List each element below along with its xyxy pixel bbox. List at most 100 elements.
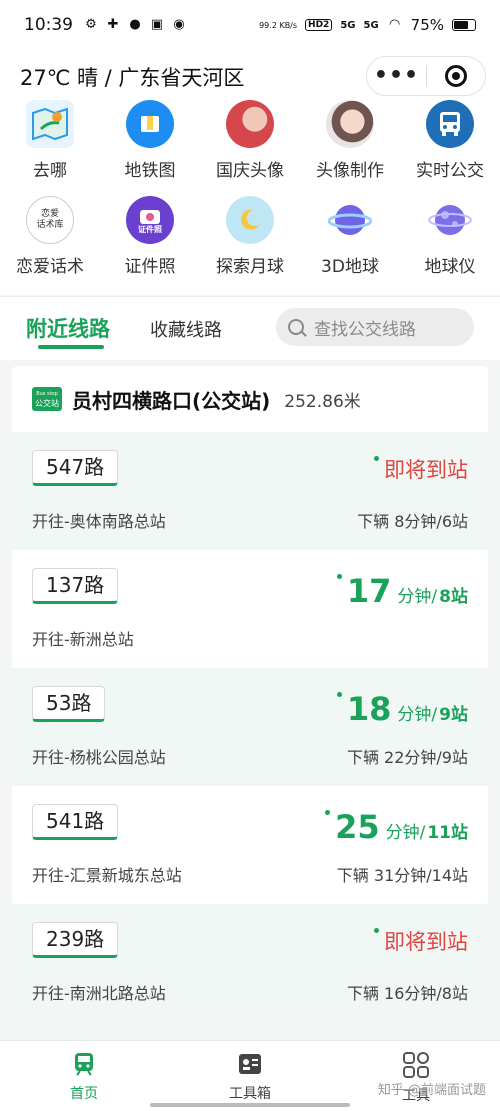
- route-direction: 开往-新洲总站: [32, 630, 134, 649]
- route-direction: 开往-杨桃公园总站: [32, 748, 166, 767]
- tab-favorite-routes[interactable]: 收藏线路: [150, 316, 222, 342]
- close-button[interactable]: [427, 65, 485, 87]
- more-menu-button[interactable]: •••: [367, 65, 426, 87]
- arrival-minute-unit: 分钟/: [397, 587, 438, 607]
- arrival-minutes: 18: [346, 690, 392, 728]
- grid-item-avatar-maker[interactable]: 头像制作: [300, 100, 400, 196]
- route-number: 541路: [32, 804, 119, 840]
- search-placeholder: 查找公交线路: [314, 319, 416, 340]
- grid-apps-icon: [403, 1052, 429, 1078]
- bus-stop-name: 员村四横路口(公交站): [72, 388, 271, 413]
- live-dot-icon: [374, 928, 379, 933]
- bottom-nav: 首页 工具箱 工具 知乎 @前端面试题: [0, 1040, 500, 1111]
- signal-icon: 5G: [363, 19, 379, 31]
- train-icon: [75, 1053, 93, 1076]
- avatar-photo-icon: [226, 100, 274, 148]
- weather-location: 27℃ 晴 / 广东省天河区: [20, 66, 245, 90]
- map-pin-icon: [26, 100, 74, 148]
- route-search-input[interactable]: 查找公交线路: [276, 308, 474, 346]
- planet-icon: [326, 196, 374, 244]
- love-book-line-1: 恋爱: [40, 209, 59, 219]
- globe-icon: [426, 196, 474, 244]
- net-speed: 99.2 KB/s: [259, 20, 298, 30]
- route-row[interactable]: 137路 开往-新洲总站 17 分钟/8站: [12, 550, 488, 668]
- arrival-minute-unit: 分钟/: [397, 705, 438, 725]
- route-row[interactable]: 541路 开往-汇景新城东总站 25 分钟/11站 下辆 31分钟/14站: [12, 786, 488, 904]
- arrival-stops: 8站: [439, 587, 468, 607]
- mini-program-capsule: •••: [366, 56, 486, 96]
- grid-item-love-talk[interactable]: 恋爱 话术库 恋爱话术: [0, 196, 100, 292]
- arrival-minutes: 17: [346, 572, 392, 610]
- arriving-soon-label: 即将到站: [384, 930, 468, 954]
- header: 27℃ 晴 / 广东省天河区 ••• 去哪 地铁图 国庆头像 头像制作 实时公交…: [0, 50, 500, 295]
- game-icon: ▣: [150, 17, 164, 32]
- nav-home-label: 首页: [70, 1086, 98, 1102]
- grid-item-national-day-avatar[interactable]: 国庆头像: [200, 100, 300, 196]
- route-row[interactable]: 53路 开往-杨桃公园总站 18 分钟/9站 下辆 22分钟/9站: [12, 668, 488, 786]
- grid-item-qu-na[interactable]: 去哪: [0, 100, 100, 196]
- next-bus-info: 下辆 8分钟/6站: [357, 512, 468, 531]
- route-row[interactable]: 547路开往-奥体南路总站 即将到站下辆 8分钟/6站: [12, 432, 488, 550]
- bus-stop-sign-bottom: 公交站: [35, 399, 59, 408]
- arrival-stops: 11站: [427, 823, 468, 843]
- grid-item-label: 恋爱话术: [16, 257, 84, 277]
- nav-toolbox[interactable]: 工具箱: [200, 1051, 300, 1103]
- tab-nearby-routes[interactable]: 附近线路: [26, 313, 110, 343]
- next-bus-info: 下辆 16分钟/8站: [346, 984, 468, 1003]
- battery-icon: [452, 19, 476, 31]
- bus-stop-header: Bus stop 公交站 员村四横路口(公交站) 252.86米: [12, 366, 488, 432]
- watermark: 知乎 @前端面试题: [377, 1083, 486, 1098]
- live-dot-icon: [325, 810, 331, 815]
- grid-row: 恋爱 话术库 恋爱话术 证件照 证件照 探索月球 3D地球 地球仪: [0, 196, 500, 292]
- grid-item-id-photo[interactable]: 证件照 证件照: [100, 196, 200, 292]
- route-direction: 开往-南洲北路总站: [32, 984, 166, 1003]
- arrival-stops: 9站: [439, 705, 468, 725]
- grid-item-label: 地铁图: [124, 161, 176, 181]
- grid-item-label: 国庆头像: [216, 161, 284, 181]
- grid-item-label: 头像制作: [316, 161, 384, 181]
- grid-item-label: 实时公交: [416, 161, 484, 181]
- arrival-info: 即将到站: [374, 454, 468, 484]
- route-tabs: 附近线路 收藏线路 查找公交线路: [0, 296, 500, 360]
- battery-percent: 75%: [410, 16, 444, 34]
- hd-tag: HD2: [305, 19, 333, 31]
- bus-stop-distance: 252.86米: [284, 391, 361, 412]
- target-icon: [444, 65, 467, 87]
- grid-item-3d-earth[interactable]: 3D地球: [300, 196, 400, 292]
- grid-item-label: 地球仪: [424, 257, 476, 277]
- route-number: 547路: [32, 450, 119, 486]
- chat-icon: ●: [129, 17, 141, 32]
- grid-item-explore-moon[interactable]: 探索月球: [200, 196, 300, 292]
- moon-icon: [226, 196, 274, 244]
- status-bar: 10:39 ⚙ ✚ ● ▣ ◉ 99.2 KB/s HD2 5G 5G ◠ 75…: [0, 0, 500, 50]
- route-number: 53路: [32, 686, 106, 722]
- route-list: 547路 开往-奥体南路总站 即将到站 下辆 8分钟/6站 137路 开往-新洲总站 17 分…: [12, 432, 488, 1022]
- id-photo-badge: 证件照: [138, 224, 162, 234]
- love-book-icon: 恋爱 话术库: [26, 196, 74, 244]
- next-bus-info: 下辆 31分钟/14站: [336, 866, 468, 885]
- status-right: 99.2 KB/s HD2 5G 5G ◠ 75%: [259, 16, 476, 34]
- home-indicator[interactable]: [150, 1103, 350, 1107]
- route-row[interactable]: 239路 开往-南洲北路总站 即将到站 下辆 16分钟/8站: [12, 904, 488, 1022]
- arriving-soon-label: 即将到站: [384, 458, 468, 482]
- grid-item-realtime-bus[interactable]: 实时公交: [400, 100, 500, 196]
- bus-stop-sign-icon: Bus stop 公交站: [32, 387, 62, 411]
- arrival-info: 即将到站: [374, 926, 468, 956]
- grid-item-label: 探索月球: [216, 257, 284, 277]
- grid-item-label: 去哪: [33, 161, 67, 181]
- wifi-icon: ◠: [388, 17, 401, 32]
- live-dot-icon: [374, 456, 379, 461]
- nav-home[interactable]: 首页: [34, 1051, 134, 1103]
- avatar-photo-icon: [326, 100, 374, 148]
- grid-item-globe[interactable]: 地球仪: [400, 196, 500, 292]
- tab-active-indicator: [38, 345, 104, 349]
- grid-item-metro-map[interactable]: 地铁图: [100, 100, 200, 196]
- battery-fill: [454, 21, 469, 29]
- grid-item-label: 证件照: [124, 257, 176, 277]
- arrival-minutes: 25: [335, 808, 380, 846]
- bus-stop-sign-top: Bus stop: [36, 391, 58, 397]
- nav-toolbox-label: 工具箱: [229, 1086, 271, 1102]
- love-book-line-2: 话术库: [36, 220, 64, 230]
- route-direction: 开往-奥体南路总站: [32, 512, 166, 531]
- live-dot-icon: [336, 574, 342, 579]
